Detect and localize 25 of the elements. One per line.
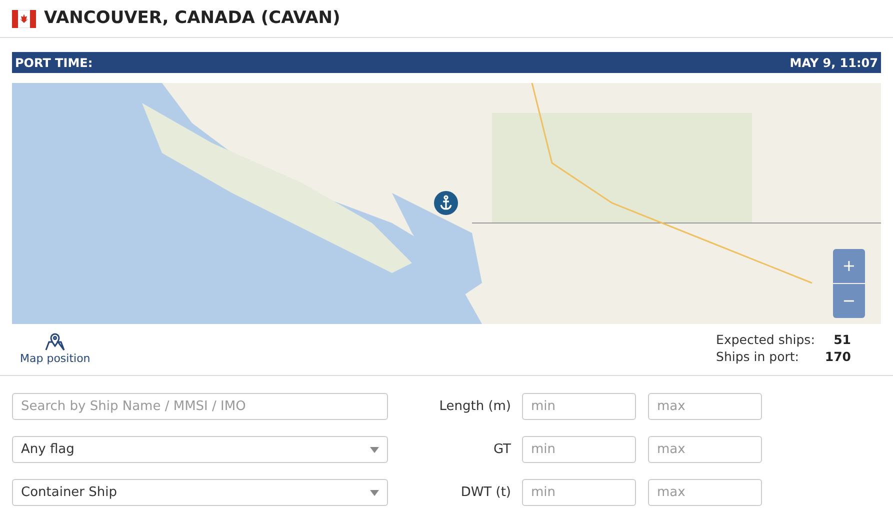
map-pin-icon [44, 333, 66, 351]
min-field[interactable]: min [522, 479, 636, 506]
port-time-value: MAY 9, 11:07 [790, 54, 878, 72]
port-title: VANCOUVER, CANADA (CAVAN) [44, 6, 340, 30]
max-field[interactable]: max [648, 393, 762, 420]
search-field[interactable]: Search by Ship Name / MMSI / IMO [12, 393, 388, 420]
max-field[interactable]: max [648, 436, 762, 463]
stat-label: Expected ships: [716, 331, 815, 348]
range-label: DWT (t) [460, 484, 512, 502]
port-time-label: PORT TIME: [15, 54, 93, 72]
flag-dropdown[interactable]: Any flag [12, 436, 388, 463]
min-field[interactable]: min [522, 393, 636, 420]
range-label: GT [492, 440, 512, 459]
caret-icon [370, 490, 379, 496]
min-field[interactable]: min [522, 436, 636, 463]
anchor-marker-icon[interactable] [434, 191, 458, 215]
ship-type-dropdown[interactable]: Container Ship [12, 479, 388, 506]
canada-flag-icon [12, 10, 36, 28]
caret-icon [370, 446, 379, 452]
stat-value: 51 [832, 331, 851, 348]
stat-label: Ships in port: [716, 348, 800, 365]
map-position-button[interactable]: Map position [20, 333, 90, 368]
stat-value: 170 [824, 348, 851, 365]
max-field[interactable]: max [648, 479, 762, 506]
range-label: Length (m) [438, 398, 512, 416]
